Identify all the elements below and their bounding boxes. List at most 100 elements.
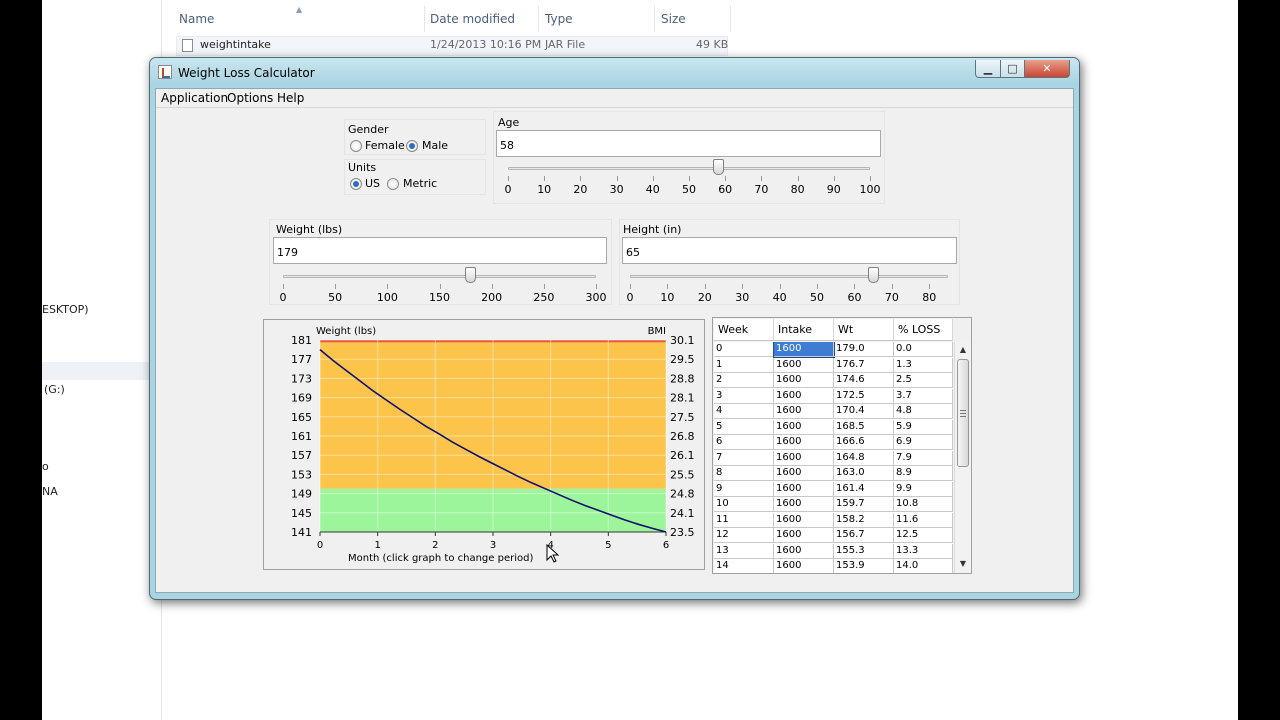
table-cell[interactable]: 4 bbox=[714, 404, 774, 419]
table-row[interactable]: 14 1600 153.9 14.0 bbox=[714, 559, 953, 573]
table-cell[interactable]: 1600 bbox=[774, 419, 834, 435]
table-row[interactable]: 4 1600 170.4 4.8 bbox=[714, 404, 953, 419]
table-cell[interactable]: 1600 bbox=[774, 497, 834, 512]
table-cell[interactable]: 10.8 bbox=[894, 497, 953, 512]
table-header-intake[interactable]: Intake bbox=[774, 319, 834, 341]
table-header-loss[interactable]: % LOSS bbox=[894, 319, 953, 341]
scroll-down-arrow-icon[interactable]: ▼ bbox=[955, 556, 971, 572]
table-cell[interactable]: 12 bbox=[714, 528, 774, 543]
table-cell[interactable]: 170.4 bbox=[834, 404, 894, 419]
nav-item-desktop[interactable]: ESKTOP) bbox=[42, 303, 89, 316]
table-cell[interactable]: 161.4 bbox=[834, 481, 894, 497]
table-cell[interactable]: 6.9 bbox=[894, 435, 953, 450]
table-cell[interactable]: 1600 bbox=[774, 512, 834, 528]
column-header-type[interactable]: Type bbox=[545, 12, 573, 26]
scroll-thumb[interactable] bbox=[957, 359, 969, 467]
table-row[interactable]: 0 1600 179.0 0.0 bbox=[714, 342, 953, 358]
scroll-up-arrow-icon[interactable]: ▲ bbox=[955, 342, 971, 358]
table-cell[interactable]: 10 bbox=[714, 497, 774, 512]
table-cell[interactable]: 11.6 bbox=[894, 512, 953, 528]
table-cell[interactable]: 1600 bbox=[774, 543, 834, 559]
table-cell[interactable]: 158.2 bbox=[834, 512, 894, 528]
units-metric-label[interactable]: Metric bbox=[403, 177, 437, 190]
close-button[interactable]: ✕ bbox=[1024, 60, 1070, 78]
column-header-name[interactable]: Name bbox=[179, 12, 214, 26]
table-cell[interactable]: 7.9 bbox=[894, 450, 953, 466]
gender-female-label[interactable]: Female bbox=[365, 139, 405, 152]
column-header-size[interactable]: Size bbox=[661, 12, 686, 26]
gender-male-radio[interactable] bbox=[406, 140, 418, 152]
table-cell[interactable]: 155.3 bbox=[834, 543, 894, 559]
table-row[interactable]: 10 1600 159.7 10.8 bbox=[714, 497, 953, 512]
table-cell[interactable]: 13 bbox=[714, 543, 774, 559]
table-cell[interactable]: 14.0 bbox=[894, 559, 953, 573]
table-cell[interactable]: 5 bbox=[714, 419, 774, 435]
weight-slider-track[interactable] bbox=[283, 275, 596, 278]
table-cell[interactable]: 166.6 bbox=[834, 435, 894, 450]
table-header-wt[interactable]: Wt bbox=[834, 319, 894, 341]
table-cell[interactable]: 156.7 bbox=[834, 528, 894, 543]
table-cell[interactable]: 12.5 bbox=[894, 528, 953, 543]
file-name[interactable]: weightintake bbox=[200, 38, 271, 56]
slider-thumb[interactable] bbox=[868, 267, 880, 283]
table-cell[interactable]: 1 bbox=[714, 357, 774, 373]
table-vertical-scrollbar[interactable]: ▲ ▼ bbox=[954, 342, 971, 573]
table-cell[interactable]: 1600 bbox=[774, 528, 834, 543]
table-cell[interactable]: 174.6 bbox=[834, 373, 894, 388]
table-row[interactable]: 12 1600 156.7 12.5 bbox=[714, 528, 953, 543]
table-cell[interactable]: 8.9 bbox=[894, 466, 953, 481]
table-cell[interactable]: 1600 bbox=[774, 388, 834, 404]
table-cell[interactable]: 4.8 bbox=[894, 404, 953, 419]
table-cell[interactable]: 1600 bbox=[774, 450, 834, 466]
table-row[interactable]: 5 1600 168.5 5.9 bbox=[714, 419, 953, 435]
table-cell[interactable]: 1.3 bbox=[894, 357, 953, 373]
table-cell[interactable]: 1600 bbox=[774, 481, 834, 497]
table-cell[interactable]: 164.8 bbox=[834, 450, 894, 466]
table-cell[interactable]: 179.0 bbox=[834, 342, 894, 357]
units-us-label[interactable]: US bbox=[365, 177, 380, 190]
nav-item-partial-na[interactable]: NA bbox=[42, 485, 58, 498]
menu-options[interactable]: Options bbox=[227, 91, 273, 105]
menu-help[interactable]: Help bbox=[277, 91, 304, 105]
nav-item-partial[interactable]: o bbox=[42, 460, 49, 473]
table-cell[interactable]: 168.5 bbox=[834, 419, 894, 435]
table-cell[interactable]: 3.7 bbox=[894, 388, 953, 404]
table-cell[interactable]: 153.9 bbox=[834, 559, 894, 573]
table-cell[interactable]: 2.5 bbox=[894, 373, 953, 388]
table-cell[interactable]: 172.5 bbox=[834, 388, 894, 404]
units-metric-radio[interactable] bbox=[387, 178, 399, 190]
table-cell[interactable]: 0.0 bbox=[894, 342, 953, 357]
slider-thumb[interactable] bbox=[464, 267, 476, 283]
table-cell[interactable]: 3 bbox=[714, 388, 774, 404]
table-cell[interactable]: 14 bbox=[714, 559, 774, 573]
title-bar[interactable]: Weight Loss Calculator ▁ □ ✕ bbox=[150, 58, 1079, 86]
table-row[interactable]: 13 1600 155.3 13.3 bbox=[714, 543, 953, 559]
table-cell[interactable]: 159.7 bbox=[834, 497, 894, 512]
table-cell[interactable]: 163.0 bbox=[834, 466, 894, 481]
age-input[interactable]: 58 bbox=[496, 130, 881, 157]
table-cell[interactable]: 0 bbox=[714, 342, 774, 357]
table-cell[interactable]: 1600 bbox=[773, 342, 835, 358]
table-cell[interactable]: 7 bbox=[714, 450, 774, 466]
table-cell[interactable]: 1600 bbox=[774, 466, 834, 481]
column-header-date-modified[interactable]: Date modified bbox=[430, 12, 515, 26]
table-cell[interactable]: 9.9 bbox=[894, 481, 953, 497]
weight-chart[interactable]: 0 1 2 3 4 5 6181177173169165161157153149145141… bbox=[264, 320, 704, 569]
height-slider[interactable]: 0 10 20 30 40 50 60 70 80 bbox=[627, 267, 948, 304]
table-row[interactable]: 3 1600 172.5 3.7 bbox=[714, 388, 953, 404]
table-cell[interactable]: 2 bbox=[714, 373, 774, 388]
height-input[interactable]: 65 bbox=[622, 237, 957, 264]
table-cell[interactable]: 1600 bbox=[774, 404, 834, 419]
table-cell[interactable]: 1600 bbox=[774, 435, 834, 450]
minimize-button[interactable]: ▁ bbox=[975, 60, 1001, 78]
table-row[interactable]: 9 1600 161.4 9.9 bbox=[714, 481, 953, 497]
table-cell[interactable]: 11 bbox=[714, 512, 774, 528]
table-cell[interactable]: 1600 bbox=[774, 373, 834, 388]
table-row[interactable]: 7 1600 164.8 7.9 bbox=[714, 450, 953, 466]
table-cell[interactable]: 8 bbox=[714, 466, 774, 481]
table-cell[interactable]: 6 bbox=[714, 435, 774, 450]
height-slider-track[interactable] bbox=[630, 275, 948, 278]
units-us-radio[interactable] bbox=[350, 178, 362, 190]
table-cell[interactable]: 9 bbox=[714, 481, 774, 497]
weight-input[interactable]: 179 bbox=[273, 237, 607, 264]
